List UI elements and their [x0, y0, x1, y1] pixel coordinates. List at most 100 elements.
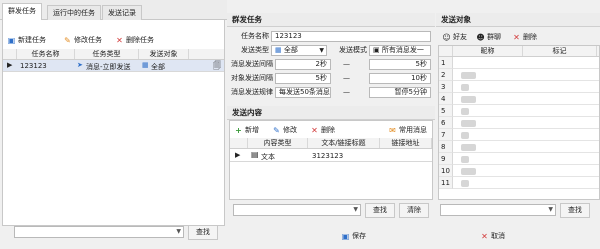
- tab-running-tasks[interactable]: 运行中的任务: [47, 5, 101, 20]
- table-row[interactable]: 10: [439, 165, 599, 177]
- row-number: 6: [439, 117, 453, 129]
- edit-content-label: 修改: [283, 126, 297, 134]
- add-friend-label: 好友: [453, 33, 467, 41]
- content-search-combo[interactable]: ▼: [233, 204, 361, 216]
- delete-task-label: 删除任务: [126, 36, 154, 44]
- target-interval-to-input[interactable]: 10秒: [369, 73, 431, 84]
- rule-value-input[interactable]: 每发送50条消息: [275, 87, 331, 98]
- row-indicator-header: [230, 138, 248, 148]
- common-messages-button[interactable]: ✉ 常用消息: [388, 125, 427, 135]
- col-send-target[interactable]: 发送对象: [139, 49, 189, 59]
- table-row[interactable]: 9: [439, 153, 599, 165]
- table-row[interactable]: ▶ 123123 ➤ 消息-立即发送 ▦ 全部 🗐: [3, 60, 224, 72]
- message-icon: ▣: [373, 46, 380, 54]
- save-icon: ▣: [341, 231, 350, 241]
- cancel-button[interactable]: ✕ 取消: [480, 231, 505, 241]
- nickname-cell: [461, 156, 469, 163]
- col-nickname[interactable]: 昵称: [453, 46, 523, 56]
- content-type-cell: 文本: [261, 153, 275, 161]
- task-name-input[interactable]: 123123: [271, 31, 431, 42]
- edit-content-button[interactable]: ✎ 修改: [272, 125, 297, 135]
- row-number: 9: [439, 153, 453, 165]
- table-row[interactable]: 6: [439, 117, 599, 129]
- row-pointer-icon: ▶: [7, 61, 13, 69]
- add-content-label: 新增: [245, 126, 259, 134]
- col-mark[interactable]: 标记: [523, 46, 597, 56]
- edit-task-button[interactable]: ✎ 修改任务: [63, 35, 102, 45]
- tab-group-send[interactable]: 群发任务: [2, 3, 42, 21]
- target-search-button[interactable]: 查找: [560, 203, 590, 218]
- new-task-label: 新建任务: [18, 36, 46, 44]
- table-row[interactable]: 1: [439, 57, 599, 69]
- chevron-down-icon: ▼: [548, 206, 553, 213]
- table-row[interactable]: 8: [439, 141, 599, 153]
- col-task-type[interactable]: 任务类型: [75, 49, 139, 59]
- table-row[interactable]: 5: [439, 105, 599, 117]
- add-friend-button[interactable]: ☺ 好友: [442, 32, 467, 42]
- delete-content-button[interactable]: ✕ 删除: [310, 125, 335, 135]
- all-icon: ▦: [275, 46, 282, 54]
- send-target-cell: 全部: [151, 63, 165, 71]
- table-row[interactable]: 4: [439, 93, 599, 105]
- nickname-cell: [461, 96, 476, 103]
- nickname-cell: [461, 120, 476, 127]
- delete-task-button[interactable]: ✕ 删除任务: [115, 35, 154, 45]
- send-mode-label: 发送模式: [339, 46, 367, 54]
- row-number: 11: [439, 177, 453, 189]
- content-search-button[interactable]: 查找: [365, 203, 395, 218]
- delete-target-button[interactable]: ✕ 删除: [512, 32, 537, 42]
- new-task-button[interactable]: ▣ 新建任务: [7, 35, 46, 45]
- common-messages-label: 常用消息: [399, 126, 427, 134]
- table-row[interactable]: 3: [439, 81, 599, 93]
- nickname-cell: [461, 84, 469, 91]
- target-interval-dash: —: [343, 74, 350, 82]
- send-mode-value: 所有消息发一: [381, 46, 424, 54]
- task-search-button[interactable]: 查找: [188, 225, 218, 240]
- row-number: 2: [439, 69, 453, 81]
- row-number: 10: [439, 165, 453, 177]
- delete-content-label: 删除: [321, 126, 335, 134]
- send-content-header: 发送内容: [227, 106, 435, 120]
- task-search-combo[interactable]: ▼: [14, 226, 184, 238]
- send-mode-select[interactable]: ▣ 所有消息发一: [369, 45, 431, 56]
- nickname-cell: [461, 168, 476, 175]
- table-row[interactable]: 7: [439, 129, 599, 141]
- col-content-type[interactable]: 内容类型: [248, 138, 308, 148]
- send-type-select[interactable]: ▦ 全部 ▼: [271, 45, 327, 56]
- row-pointer-icon: ▶: [235, 151, 241, 159]
- content-title-cell: 3123123: [312, 152, 344, 160]
- task-name-label: 任务名称: [241, 32, 269, 40]
- col-task-name[interactable]: 任务名称: [17, 49, 75, 59]
- save-button[interactable]: ▣ 保存: [341, 231, 366, 241]
- table-row[interactable]: ▶ ▤ 文本 3123123: [230, 150, 432, 162]
- table-row[interactable]: 2: [439, 69, 599, 81]
- rule-pause-input[interactable]: 暂停5分钟: [369, 87, 431, 98]
- nickname-cell: [461, 72, 476, 79]
- nickname-cell: [461, 132, 469, 139]
- col-link-url[interactable]: 链接地址: [380, 138, 432, 148]
- row-number: 7: [439, 129, 453, 141]
- interval-from-input[interactable]: 2秒: [275, 59, 331, 70]
- add-content-button[interactable]: + 新增: [234, 125, 259, 135]
- row-number: 1: [439, 57, 453, 69]
- plus-icon: +: [235, 125, 242, 135]
- text-type-icon: ▤: [251, 150, 259, 159]
- tab-send-records[interactable]: 发送记录: [102, 5, 142, 20]
- edit-task-label: 修改任务: [74, 36, 102, 44]
- chevron-down-icon: ▼: [176, 228, 181, 235]
- add-group-button[interactable]: ☻ 群聊: [476, 32, 501, 42]
- edit-task-icon: ✎: [64, 35, 71, 45]
- col-text-link-title[interactable]: 文本/链接标题: [308, 138, 380, 148]
- interval-dash: —: [343, 60, 350, 68]
- content-panel: + 新增 ✎ 修改 ✕ 删除 ✉ 常用消息 内容类型 文本/链接标题 链接地址 …: [229, 120, 433, 200]
- rule-dash: —: [343, 88, 350, 96]
- target-interval-from-input[interactable]: 5秒: [275, 73, 331, 84]
- target-interval-label: 对象发送间隔: [231, 74, 273, 82]
- group-chat-icon: ☻: [476, 32, 485, 42]
- content-clear-button[interactable]: 清除: [399, 203, 429, 218]
- target-search-combo[interactable]: ▼: [440, 204, 556, 216]
- interval-to-input[interactable]: 5秒: [369, 59, 431, 70]
- task-grid-header: 任务名称 任务类型 发送对象: [3, 49, 224, 60]
- table-row[interactable]: 11: [439, 177, 599, 189]
- middle-panel: 群发任务 任务名称 123123 发送类型 ▦ 全部 ▼ 发送模式 ▣ 所有消息…: [227, 13, 435, 228]
